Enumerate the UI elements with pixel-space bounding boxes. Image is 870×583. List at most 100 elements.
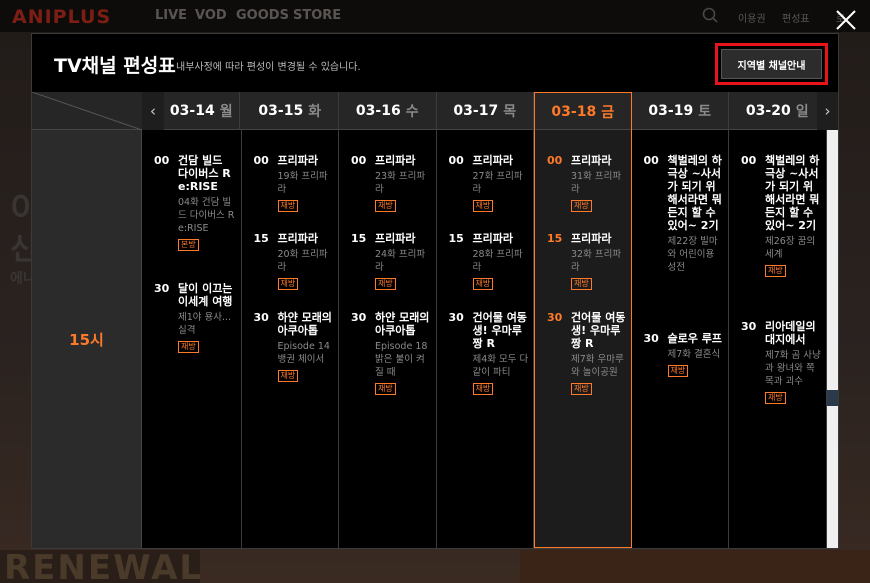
program-title: 하얀 모래의 아쿠아톱 — [277, 311, 332, 337]
program-episode: 20화 프리파라 — [277, 249, 328, 273]
broadcast-badge: 재방 — [667, 365, 689, 377]
broadcast-badge: 재방 — [277, 370, 299, 382]
day-header-03-19[interactable]: 03-19 토 — [632, 92, 729, 130]
broadcast-badge: 재방 — [571, 278, 592, 290]
program-title: 책벌레의 하극상 ~사서가 되기 위해서라면 뭐든지 할 수 있어~ 2기 — [765, 154, 820, 232]
program-minute: 15 — [547, 232, 563, 245]
site-logo[interactable]: ANIPLUS — [12, 6, 111, 28]
program-episode: Episode 18 밝은 불이 켜질 때 — [375, 341, 428, 378]
renewal-banner-text: RENEWAL — [4, 548, 204, 583]
modal-title: TV채널 편성표 — [54, 55, 176, 77]
vertical-scrollbar[interactable] — [827, 130, 838, 548]
program-minute: 30 — [154, 282, 170, 295]
program-title-block: 책벌레의 하극상 ~사서가 되기 위해서라면 뭐든지 할 수 있어~ 2기제26… — [765, 154, 823, 277]
day-of-week: 수 — [405, 104, 419, 120]
program-episode: 제7화 결혼식 — [667, 349, 721, 360]
program-minute: 00 — [448, 154, 464, 167]
nav-live[interactable]: LIVE — [155, 8, 187, 23]
broadcast-badge: 재방 — [178, 341, 199, 353]
scrollbar-thumb[interactable] — [827, 390, 838, 406]
day-column-03-20: 00 책벌레의 하극상 ~사서가 되기 위해서라면 뭐든지 할 수 있어~ 2기 제… — [729, 130, 827, 548]
program-title: 프리파라 — [571, 154, 612, 167]
program-episode: 31화 프리파라 — [571, 171, 622, 195]
day-header-03-17[interactable]: 03-17 목 — [437, 92, 534, 130]
region-channel-button[interactable]: 지역별 채널안내 — [721, 49, 822, 79]
broadcast-badge: 재방 — [472, 383, 494, 395]
program-title-block: 리아데일의 대지에서제7화 곰 사냥과 왕녀와 쪽목과 괴수재방 — [765, 320, 823, 404]
time-column: 15시 — [32, 130, 142, 548]
day-of-week: 월 — [219, 104, 233, 120]
program-episode: 제26장 꿈의 세계 — [765, 236, 816, 260]
program-title: 하얀 모래의 아쿠아톱 — [375, 311, 430, 337]
program-title-block: 프리파라 31화 프리파라재방 — [571, 154, 629, 212]
search-icon[interactable] — [702, 7, 718, 23]
bg-banner-strip-right — [520, 550, 870, 583]
program-minute: 15 — [253, 232, 269, 245]
broadcast-badge: 재방 — [765, 265, 786, 277]
program-minute: 00 — [643, 154, 659, 167]
region-channel-button-highlight[interactable]: 지역별 채널안내 — [715, 43, 828, 85]
broadcast-badge: 재방 — [571, 200, 592, 212]
program-episode: 제7화 곰 사냥과 왕녀와 쪽목과 괴수 — [765, 350, 821, 387]
modal-subtitle: 내부사정에 따라 편성이 변경될 수 있습니다. — [176, 62, 361, 73]
program-episode: 제7화 우마루와 놀이공원 — [571, 354, 624, 378]
program-title-block: 프리파라 24화 프리파라 재방 — [375, 232, 433, 290]
day-header-03-15[interactable]: 03-15 화 — [242, 92, 339, 130]
program-minute: 00 — [351, 154, 367, 167]
day-column-03-14: 00 건담 빌드 다이버스 Re:RISE 04화 건담 빌드 다이버스 Re:RI… — [142, 130, 242, 548]
time-label: 15시 — [69, 330, 104, 349]
day-date: 03-17 — [453, 103, 499, 119]
program-title-block: 프리파라 20화 프리파라 재방 — [277, 232, 336, 290]
program-title: 건어물 여동생! 우마루짱 R — [472, 311, 527, 350]
program-episode: 제4화 모두 다 같이 파티 — [472, 354, 529, 378]
broadcast-badge: 재방 — [472, 200, 494, 212]
broadcast-badge: 재방 — [765, 392, 786, 404]
schedule-grid: 15시 ‹ 03-14 월 03-15 화 03-16 수 03-17 목 03-18 금 03-1… — [31, 91, 838, 548]
nav-goods[interactable]: GOODS — [236, 8, 289, 23]
next-week-arrow[interactable]: › — [817, 92, 838, 130]
close-icon[interactable] — [834, 8, 858, 32]
program-title-block: 프리파라 27화 프리파라 재방 — [472, 154, 531, 212]
nav-pass[interactable]: 이용권 — [738, 10, 766, 25]
program-episode: 19화 프리파라 — [277, 171, 328, 195]
day-header-03-16[interactable]: 03-16 수 — [339, 92, 437, 130]
program-minute: 30 — [643, 332, 659, 345]
day-of-week: 목 — [503, 104, 517, 120]
grid-corner — [31, 91, 143, 131]
program-minute: 30 — [351, 311, 367, 324]
program-episode: 23화 프리파라 — [375, 171, 426, 195]
program-title: 프리파라 — [375, 154, 416, 167]
nav-schedule[interactable]: 편성표 — [782, 10, 810, 25]
day-header-03-14[interactable]: 03-14 월 — [164, 92, 240, 130]
program-title: 프리파라 — [277, 154, 318, 167]
day-header-row: ‹ 03-14 월 03-15 화 03-16 수 03-17 목 03-18 금 03-19 토 03… — [142, 92, 838, 131]
schedule-modal: TV채널 편성표 내부사정에 따라 편성이 변경될 수 있습니다. 지역별 채널… — [31, 33, 839, 549]
day-of-week: 토 — [698, 104, 712, 120]
day-of-week: 일 — [795, 104, 809, 120]
day-header-03-18[interactable]: 03-18 금 — [534, 92, 632, 131]
program-episode: Episode 14 뱅권 체이서 — [277, 341, 330, 365]
prev-week-arrow[interactable]: ‹ — [142, 92, 164, 130]
program-title-block: 건담 빌드 다이버스 Re:RISE 04화 건담 빌드 다이버스 Re:RISE… — [178, 154, 236, 251]
broadcast-badge: 본방 — [178, 239, 199, 251]
day-date: 03-18 — [551, 104, 597, 120]
day-column-03-15: 00 프리파라 19화 프리파라 재방 15 프리파라 20화 프리파라 재방 30 하얀 모래의… — [241, 130, 339, 548]
program-episode: 제22장 빌마와 어린이용 성전 — [667, 236, 718, 273]
program-episode: 27화 프리파라 — [472, 171, 523, 195]
program-minute: 30 — [547, 311, 563, 324]
broadcast-badge: 재방 — [375, 278, 396, 290]
program-title-block: 프리파라 32화 프리파라 재방 — [571, 232, 629, 290]
program-title: 리아데일의 대지에서 — [765, 320, 816, 346]
program-title-block: 건어물 여동생! 우마루짱 R 제7화 우마루와 놀이공원 재방 — [571, 311, 629, 395]
day-date: 03-14 — [169, 103, 215, 119]
day-date: 03-15 — [258, 103, 304, 119]
program-title: 프리파라 — [277, 232, 318, 245]
nav-vod[interactable]: VOD — [195, 8, 227, 23]
program-title: 프리파라 — [472, 232, 513, 245]
day-header-03-20[interactable]: 03-20 일 — [729, 92, 827, 130]
program-minute: 15 — [351, 232, 367, 245]
broadcast-badge: 재방 — [571, 383, 592, 395]
nav-store[interactable]: STORE — [293, 8, 341, 23]
program-title-block: 프리파라 23화 프리파라 재방 — [375, 154, 433, 212]
program-title-block: 건어물 여동생! 우마루짱 R 제4화 모두 다 같이 파티재방 — [472, 311, 531, 395]
